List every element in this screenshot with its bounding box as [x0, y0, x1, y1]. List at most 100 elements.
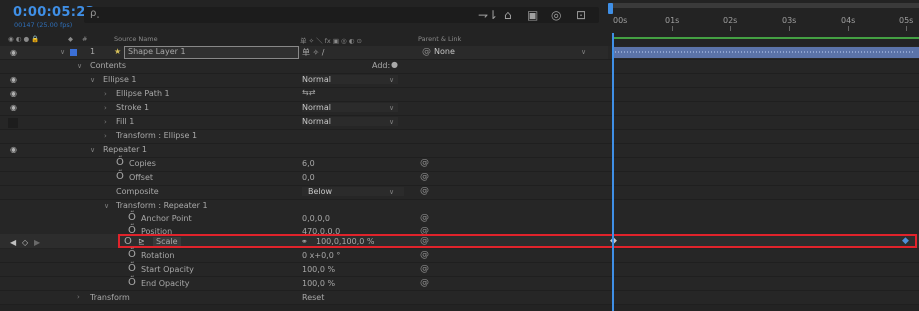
path-direction-icon[interactable]: ⇆⇄	[302, 88, 315, 97]
visibility-empty-slot[interactable]	[8, 118, 18, 128]
ellipse-path-label[interactable]: Ellipse Path 1	[116, 89, 170, 98]
offset-value[interactable]: 0,0	[302, 173, 315, 182]
rotation-value[interactable]: 0 x+0,0 °	[302, 251, 340, 260]
chevron-down-icon[interactable]: ∨	[90, 76, 95, 84]
layer-transform-label[interactable]: Transform	[90, 293, 130, 302]
repeater-group-label[interactable]: Repeater 1	[103, 145, 147, 154]
source-name-header[interactable]: Source Name	[114, 35, 158, 43]
tree-timeline-row	[608, 60, 919, 74]
chevron-down-icon[interactable]: ∨	[90, 146, 95, 154]
add-menu-label[interactable]: Add:	[372, 61, 390, 70]
visibility-eye-icon[interactable]: ◉	[10, 89, 17, 98]
copies-label: Copies	[129, 159, 156, 168]
copies-value[interactable]: 6,0	[302, 159, 315, 168]
end-opacity-label: End Opacity	[141, 279, 190, 288]
timeline-header	[608, 34, 919, 44]
tree-timeline-row	[608, 88, 919, 102]
expression-pick-whip-icon[interactable]: @	[420, 264, 429, 274]
search-icon: ρ˯	[90, 8, 100, 19]
layer-bar-pattern	[615, 51, 915, 53]
motion-blur-icon[interactable]: ◎	[551, 8, 561, 22]
visibility-eye-icon[interactable]: ◉	[10, 103, 17, 112]
pick-whip-icon[interactable]: @	[422, 47, 431, 57]
fill-label[interactable]: Fill 1	[116, 117, 134, 126]
start-opacity-value[interactable]: 100,0 %	[302, 265, 335, 274]
property-timeline-row	[608, 186, 919, 200]
ruler-tick	[730, 26, 731, 31]
start-opacity-label: Start Opacity	[141, 265, 194, 274]
chevron-down-icon[interactable]: ∨	[389, 188, 394, 196]
chevron-down-icon[interactable]: ∨	[389, 104, 394, 112]
expression-pick-whip-icon[interactable]: @	[420, 186, 429, 196]
chevron-right-icon[interactable]: ›	[104, 118, 107, 126]
work-area-bar[interactable]	[611, 3, 919, 8]
previous-keyframe-icon[interactable]: ◀	[10, 238, 16, 247]
ruler-tick-label: 02s	[723, 16, 738, 25]
stopwatch-icon[interactable]: Ő	[128, 249, 136, 260]
visibility-eye-icon[interactable]: ◉	[10, 75, 17, 84]
stopwatch-icon[interactable]: Ő	[116, 171, 124, 182]
chevron-down-icon[interactable]: ∨	[389, 118, 394, 126]
end-opacity-value[interactable]: 100,0 %	[302, 279, 335, 288]
chevron-down-icon[interactable]: ∨	[77, 62, 82, 70]
label-color-swatch[interactable]	[70, 49, 77, 56]
visibility-eye-icon[interactable]: ◉	[10, 48, 17, 57]
ellipse-transform-label[interactable]: Transform : Ellipse 1	[116, 131, 197, 140]
blend-mode-dropdown[interactable]: Normal	[302, 117, 398, 126]
tree-timeline-row	[608, 116, 919, 130]
stopwatch-icon[interactable]: Ő	[128, 263, 136, 274]
current-time-indicator[interactable]	[612, 33, 614, 311]
shy-layers-icon[interactable]: ⌂	[504, 8, 512, 22]
expression-pick-whip-icon[interactable]: @	[420, 158, 429, 168]
composite-label: Composite	[116, 187, 159, 196]
stopwatch-icon[interactable]: Ő	[128, 277, 136, 288]
layer-search-input[interactable]	[84, 7, 599, 23]
property-timeline-row	[608, 277, 919, 291]
work-area-start-handle[interactable]	[608, 3, 613, 14]
layer-switches[interactable]: 单 ✧ /	[302, 47, 324, 58]
switches-header: 单 ✧ ＼ fx ▣ ◎ ◐ ⊙	[300, 37, 362, 45]
stopwatch-icon[interactable]: Ő	[128, 212, 136, 223]
transform-reset-link[interactable]: Reset	[302, 293, 324, 302]
stroke-label[interactable]: Stroke 1	[116, 103, 149, 112]
expression-pick-whip-icon[interactable]: @	[420, 278, 429, 288]
ruler-tick-label: 05s	[899, 16, 914, 25]
chevron-down-icon[interactable]: ∨	[581, 48, 586, 56]
parent-dropdown[interactable]: None	[434, 47, 455, 56]
blend-mode-dropdown[interactable]: Normal	[302, 75, 398, 84]
frame-blending-icon[interactable]: ▣	[527, 8, 538, 22]
layer-number-header: #	[82, 35, 88, 43]
tree-timeline-row	[608, 291, 919, 305]
ruler-tick-label: 01s	[665, 16, 680, 25]
chevron-down-icon[interactable]: ∨	[104, 202, 109, 210]
ellipse-group-label[interactable]: Ellipse 1	[103, 75, 137, 84]
repeater-transform-label[interactable]: Transform : Repeater 1	[116, 201, 208, 210]
parent-link-header[interactable]: Parent & Link	[418, 35, 461, 43]
anchor-point-value[interactable]: 0,0,0,0	[302, 214, 330, 223]
stopwatch-icon[interactable]: Ő	[116, 157, 124, 168]
add-play-icon[interactable]: ●	[391, 60, 398, 69]
graph-editor-icon[interactable]: ⊡	[576, 8, 586, 22]
blend-mode-dropdown[interactable]: Normal	[302, 103, 398, 112]
visibility-eye-icon[interactable]: ◉	[10, 145, 17, 154]
next-keyframe-icon[interactable]: ▶	[34, 238, 40, 247]
shape-layer-star-icon: ★	[114, 47, 122, 56]
property-timeline-row	[608, 249, 919, 263]
current-time-display[interactable]: 0:00:05:22	[13, 5, 95, 20]
layer-name[interactable]: Shape Layer 1	[124, 46, 299, 59]
comp-flowchart-icon[interactable]: ⇁⇂	[478, 8, 498, 22]
expression-pick-whip-icon[interactable]: @	[420, 172, 429, 182]
chevron-right-icon[interactable]: ›	[104, 90, 107, 98]
chevron-down-icon[interactable]: ∨	[60, 48, 65, 56]
chevron-right-icon[interactable]: ›	[77, 293, 80, 301]
tree-row	[0, 130, 608, 144]
chevron-down-icon[interactable]: ∨	[389, 76, 394, 84]
chevron-right-icon[interactable]: ›	[104, 104, 107, 112]
contents-label[interactable]: Contents	[90, 61, 126, 70]
chevron-right-icon[interactable]: ›	[104, 132, 107, 140]
add-keyframe-icon[interactable]: ◇	[22, 238, 28, 247]
property-timeline-row	[608, 172, 919, 186]
expression-pick-whip-icon[interactable]: @	[420, 213, 429, 223]
tree-timeline-row	[608, 130, 919, 144]
expression-pick-whip-icon[interactable]: @	[420, 250, 429, 260]
